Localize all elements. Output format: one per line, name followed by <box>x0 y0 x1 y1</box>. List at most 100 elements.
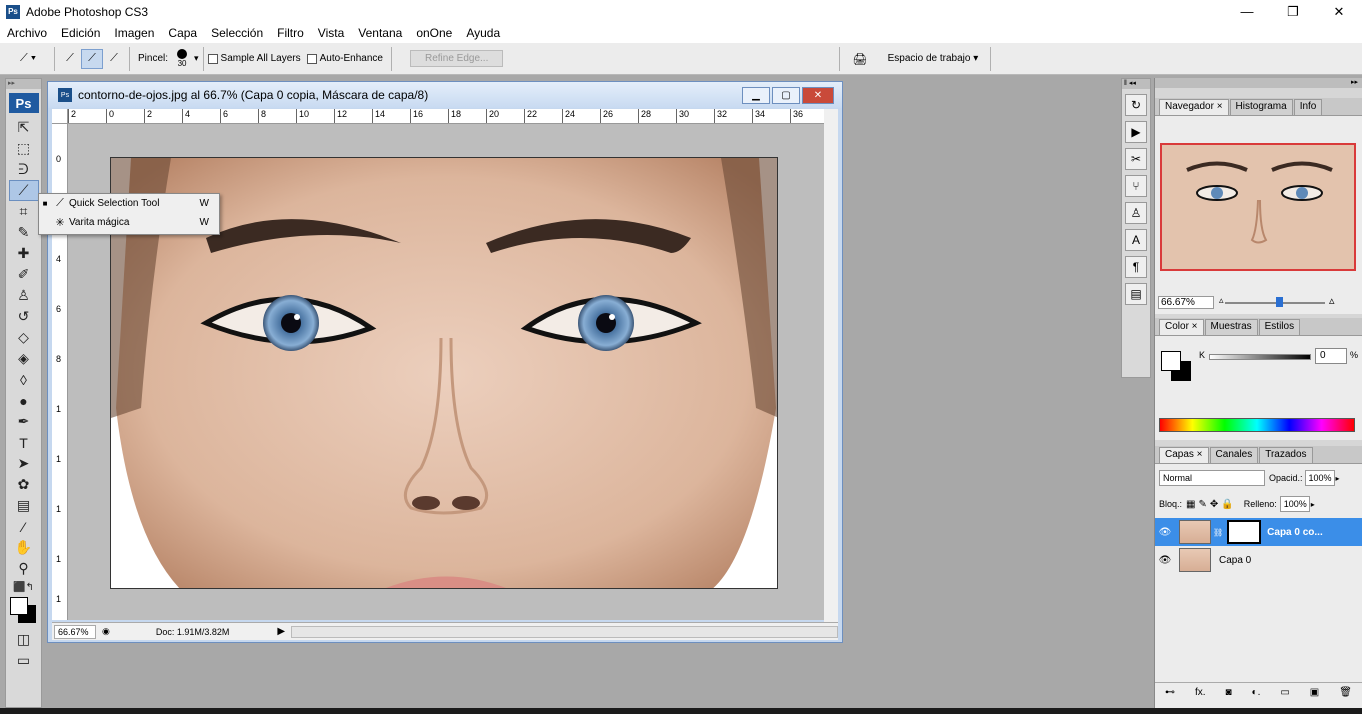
menu-filtro[interactable]: Filtro <box>270 26 311 40</box>
healing-brush-icon[interactable]: ✚ <box>9 243 39 264</box>
hand-tool-icon[interactable]: ✋ <box>9 537 39 558</box>
menu-vista[interactable]: Vista <box>311 26 351 40</box>
tool-presets-icon[interactable]: ✂ <box>1125 148 1147 170</box>
tab-canales[interactable]: Canales <box>1209 447 1259 463</box>
color-spectrum[interactable] <box>1159 418 1355 432</box>
eyedropper-icon[interactable]: ⁄ <box>9 516 39 537</box>
layer-thumbnail[interactable] <box>1179 548 1211 572</box>
close-button[interactable]: ✕ <box>1316 0 1362 23</box>
layer-row[interactable]: 👁 ⛓ Capa 0 co... <box>1155 518 1362 546</box>
clone-stamp-icon[interactable]: ♙ <box>9 285 39 306</box>
menu-onone[interactable]: onOne <box>409 26 459 40</box>
move-tool-icon[interactable]: ⇱ <box>9 117 39 138</box>
color-swatches[interactable] <box>6 595 41 629</box>
tool-preset-picker[interactable]: ⟋ ▾ <box>6 49 50 69</box>
blur-tool-icon[interactable]: ◊ <box>9 369 39 390</box>
tab-histograma[interactable]: Histograma <box>1229 99 1293 115</box>
history-panel-icon[interactable]: ↻ <box>1125 94 1147 116</box>
layer-name[interactable]: Capa 0 <box>1219 555 1251 566</box>
clone-source-icon[interactable]: ♙ <box>1125 202 1147 224</box>
horizontal-ruler[interactable]: 2 0 2 4 6 8 10 12 14 16 18 20 22 24 26 2… <box>68 109 828 124</box>
doc-minimize-button[interactable]: ▁ <box>742 87 770 104</box>
path-selection-icon[interactable]: ➤ <box>9 453 39 474</box>
layer-thumbnail[interactable] <box>1179 520 1211 544</box>
new-layer-icon[interactable]: ▣ <box>1310 687 1319 698</box>
lock-pixels-icon[interactable]: ✎ <box>1198 499 1206 510</box>
lasso-tool-icon[interactable]: ᕭ <box>9 159 39 180</box>
marquee-tool-icon[interactable]: ⬚ <box>9 138 39 159</box>
crop-tool-icon[interactable]: ⌗ <box>9 201 39 222</box>
tab-navegador[interactable]: Navegador × <box>1159 99 1229 115</box>
menu-imagen[interactable]: Imagen <box>107 26 161 40</box>
doc-maximize-button[interactable]: ▢ <box>772 87 800 104</box>
new-group-icon[interactable]: ▭ <box>1280 687 1289 698</box>
add-selection-icon[interactable]: ⟋ <box>81 48 103 69</box>
lock-all-icon[interactable]: 🔒 <box>1221 499 1233 510</box>
opacity-field[interactable]: 100% <box>1304 470 1335 486</box>
k-value-field[interactable]: 0 <box>1315 348 1347 364</box>
custom-shape-icon[interactable]: ✿ <box>9 474 39 495</box>
checkbox-box[interactable] <box>207 53 218 64</box>
pen-tool-icon[interactable]: ✒ <box>9 411 39 432</box>
swap-colors-icon[interactable]: ⬛↰ <box>9 579 39 595</box>
status-menu-icon[interactable]: ◉ <box>102 626 110 637</box>
zoom-in-icon[interactable]: ▵ <box>1329 294 1335 307</box>
layer-mask-thumbnail[interactable] <box>1227 520 1262 544</box>
k-channel-slider[interactable] <box>1209 354 1311 360</box>
tab-info[interactable]: Info <box>1293 99 1323 115</box>
ps-logo-icon[interactable]: Ps <box>8 93 39 113</box>
type-tool-icon[interactable]: T <box>9 432 39 453</box>
notes-tool-icon[interactable]: ▤ <box>9 495 39 516</box>
sample-all-layers-checkbox[interactable]: Sample All Layers <box>207 53 301 64</box>
zoom-tool-icon[interactable]: ⚲ <box>9 558 39 579</box>
layer-comps-icon[interactable]: ▤ <box>1125 283 1147 305</box>
history-brush-icon[interactable]: ↺ <box>9 306 39 327</box>
ruler-origin[interactable] <box>52 109 68 124</box>
navigator-thumbnail[interactable] <box>1160 143 1356 271</box>
dodge-tool-icon[interactable]: ● <box>9 390 39 411</box>
screen-mode-icon[interactable]: ▭ <box>9 650 39 671</box>
zoom-out-icon[interactable]: ▵ <box>1219 295 1224 306</box>
delete-layer-icon[interactable]: 🗑 <box>1339 687 1352 698</box>
navigator-zoom-field[interactable]: 66.67% <box>1158 296 1214 309</box>
tab-color[interactable]: Color × <box>1159 319 1204 335</box>
eraser-tool-icon[interactable]: ◇ <box>9 327 39 348</box>
quick-selection-tool-icon[interactable]: ⟋ <box>8 180 39 201</box>
menu-ayuda[interactable]: Ayuda <box>459 26 507 40</box>
foreground-swatch[interactable] <box>1161 351 1181 371</box>
refine-edge-button[interactable]: Refine Edge... <box>409 50 504 67</box>
vertical-scrollbar[interactable] <box>824 109 838 623</box>
actions-panel-icon[interactable]: ▶ <box>1125 121 1147 143</box>
menu-capa[interactable]: Capa <box>161 26 204 40</box>
workspace-dropdown[interactable]: Espacio de trabajo ▾ <box>888 53 979 64</box>
brushes-panel-icon[interactable]: ⑂ <box>1125 175 1147 197</box>
auto-enhance-checkbox[interactable]: Auto-Enhance <box>306 53 383 64</box>
fill-field[interactable]: 100% <box>1279 496 1310 512</box>
tab-trazados[interactable]: Trazados <box>1259 447 1313 463</box>
blend-mode-select[interactable]: Normal <box>1159 470 1265 486</box>
paint-bucket-icon[interactable]: ◈ <box>9 348 39 369</box>
flyout-item-quick-selection[interactable]: ■ ⟋ Quick Selection Tool W <box>39 194 219 213</box>
fill-arrow-icon[interactable]: ▸ <box>1311 500 1315 509</box>
menu-edicion[interactable]: Edición <box>54 26 107 40</box>
mask-link-icon[interactable]: ⛓ <box>1213 528 1223 537</box>
quick-mask-icon[interactable]: ◫ <box>9 629 39 650</box>
toolbox-grip[interactable]: ▸▸ <box>6 79 41 89</box>
tab-muestras[interactable]: Muestras <box>1204 319 1258 335</box>
link-layers-icon[interactable]: ⊷ <box>1165 687 1175 698</box>
menu-seleccion[interactable]: Selección <box>204 26 270 40</box>
slider-knob[interactable] <box>1276 297 1283 307</box>
maximize-button[interactable]: ❐ <box>1270 0 1316 23</box>
flyout-item-magic-wand[interactable]: ✳ Varita mágica W <box>39 213 219 232</box>
status-arrow-icon[interactable]: ▶ <box>277 626 285 637</box>
file-browser-icon[interactable]: 🖨 <box>852 52 867 66</box>
lock-position-icon[interactable]: ✥ <box>1210 499 1218 510</box>
subtract-selection-icon[interactable]: ⟋ <box>103 49 125 69</box>
character-panel-icon[interactable]: A <box>1125 229 1147 251</box>
foreground-color[interactable] <box>10 597 28 615</box>
zoom-field[interactable]: 66.67% <box>54 624 96 639</box>
paragraph-panel-icon[interactable]: ¶ <box>1125 256 1147 278</box>
lock-transparency-icon[interactable]: ▦ <box>1186 499 1195 510</box>
horizontal-scrollbar[interactable] <box>291 625 838 638</box>
tab-capas[interactable]: Capas × <box>1159 447 1209 463</box>
